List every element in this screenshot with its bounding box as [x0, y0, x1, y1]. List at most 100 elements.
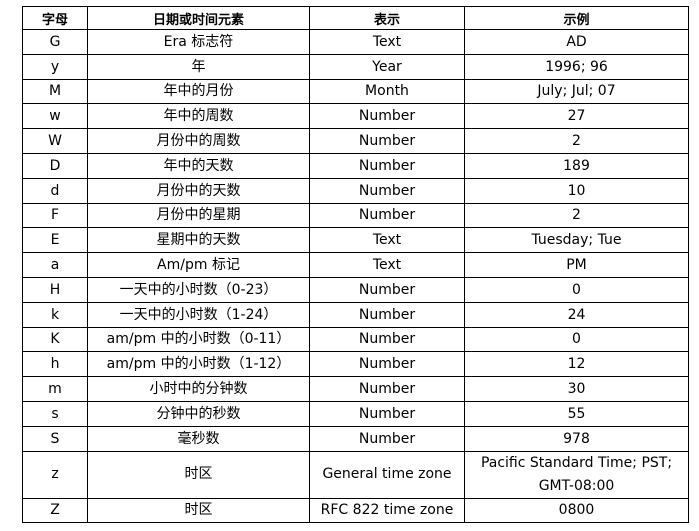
cell-example: PM	[464, 252, 689, 278]
cell-example: 27	[464, 103, 689, 130]
cell-example: 0800	[464, 497, 689, 524]
cell-element: 星期中的天数	[87, 227, 310, 254]
cell-presentation: Number	[309, 177, 465, 204]
table-row: w 年中的周数 Number 27	[22, 103, 689, 130]
cell-letter: M	[22, 78, 88, 105]
table-header: 字母 日期或时间元素 表示 示例	[22, 6, 689, 30]
table-row: G Era 标志符 Text AD	[22, 29, 689, 55]
cell-presentation: Text	[309, 29, 465, 55]
cell-element: 毫秒数	[87, 425, 310, 452]
cell-element: Era 标志符	[87, 29, 310, 55]
cell-example: 24	[464, 301, 689, 328]
table-row: W 月份中的周数 Number 2	[22, 128, 689, 154]
cell-example: 1996; 96	[464, 53, 689, 80]
cell-letter: k	[22, 301, 88, 328]
cell-example: 2	[464, 128, 689, 154]
cell-example: July; Jul; 07	[464, 78, 689, 105]
table-row: h am/pm 中的小时数（1-12） Number 12	[22, 351, 689, 378]
cell-presentation: General time zone	[309, 450, 465, 499]
cell-presentation: Number	[309, 301, 465, 328]
cell-letter: G	[22, 29, 88, 55]
cell-example: 2	[464, 202, 689, 229]
header-example: 示例	[464, 6, 689, 30]
cell-example: 10	[464, 177, 689, 204]
cell-letter: a	[22, 252, 88, 278]
cell-element: 年	[87, 53, 310, 80]
cell-letter: H	[22, 276, 88, 303]
cell-element: 分钟中的秒数	[87, 400, 310, 427]
cell-element: 一天中的小时数（1-24）	[87, 301, 310, 328]
example-line: PM	[566, 257, 587, 274]
cell-letter: s	[22, 400, 88, 427]
cell-presentation: Text	[309, 252, 465, 278]
example-line: 0800	[558, 502, 595, 519]
cell-element: 月份中的星期	[87, 202, 310, 229]
table-row: y 年 Year 1996; 96	[22, 53, 689, 80]
header-element: 日期或时间元素	[87, 6, 310, 30]
cell-element: 时区	[87, 497, 310, 524]
cell-letter: F	[22, 202, 88, 229]
cell-presentation: Number	[309, 202, 465, 229]
example-line: GMT-08:00	[538, 477, 615, 494]
cell-letter: h	[22, 351, 88, 378]
example-line: 27	[567, 108, 586, 125]
cell-presentation: Text	[309, 227, 465, 254]
cell-element: am/pm 中的小时数（1-12）	[87, 351, 310, 378]
example-line: AD	[566, 33, 587, 50]
cell-presentation: Number	[309, 128, 465, 154]
cell-element: am/pm 中的小时数（0-11）	[87, 326, 310, 353]
cell-letter: m	[22, 376, 88, 402]
cell-presentation: Number	[309, 276, 465, 303]
example-line: 12	[567, 356, 586, 373]
cell-letter: w	[22, 103, 88, 130]
example-line: 10	[567, 182, 586, 199]
table-row: Z 时区 RFC 822 time zone 0800	[22, 497, 689, 524]
cell-element: 年中的月份	[87, 78, 310, 105]
table-row: a Am/pm 标记 Text PM	[22, 252, 689, 278]
table-row: s 分钟中的秒数 Number 55	[22, 400, 689, 427]
date-format-table: 字母 日期或时间元素 表示 示例 G Era 标志符 Text AD y 年 Year 199…	[22, 6, 689, 524]
cell-element: 小时中的分钟数	[87, 376, 310, 402]
table-row: M 年中的月份 Month July; Jul; 07	[22, 78, 689, 105]
header-row: 字母 日期或时间元素 表示 示例	[22, 6, 689, 30]
cell-presentation: Year	[309, 53, 465, 80]
cell-example: 0	[464, 276, 689, 303]
cell-element: 时区	[87, 450, 310, 499]
example-line: July; Jul; 07	[537, 83, 616, 100]
example-line: 2	[572, 207, 581, 224]
cell-element: 一天中的小时数（0-23）	[87, 276, 310, 303]
header-letter: 字母	[22, 6, 88, 30]
example-line: 0	[572, 281, 581, 298]
cell-example: 978	[464, 425, 689, 452]
cell-presentation: Number	[309, 351, 465, 378]
cell-element: 月份中的周数	[87, 128, 310, 154]
cell-presentation: Number	[309, 152, 465, 179]
example-line: 189	[563, 157, 590, 174]
table-row: S 毫秒数 Number 978	[22, 425, 689, 452]
example-line: 30	[567, 381, 586, 398]
example-line: 978	[563, 430, 590, 447]
header-presentation: 表示	[309, 6, 465, 30]
cell-presentation: Number	[309, 425, 465, 452]
cell-example: 30	[464, 376, 689, 402]
cell-element: 年中的天数	[87, 152, 310, 179]
cell-presentation: Number	[309, 400, 465, 427]
cell-presentation: Number	[309, 326, 465, 353]
example-line: Tuesday; Tue	[531, 232, 622, 249]
cell-element: 月份中的天数	[87, 177, 310, 204]
cell-presentation: Number	[309, 103, 465, 130]
example-line: 2	[572, 133, 581, 150]
cell-letter: Z	[22, 497, 88, 524]
cell-presentation: RFC 822 time zone	[309, 497, 465, 524]
cell-letter: y	[22, 53, 88, 80]
cell-letter: S	[22, 425, 88, 452]
table-row: k 一天中的小时数（1-24） Number 24	[22, 301, 689, 328]
table-row: z 时区 General time zone Pacific Standard Tim…	[22, 450, 689, 499]
cell-element: Am/pm 标记	[87, 252, 310, 278]
cell-element: 年中的周数	[87, 103, 310, 130]
cell-example: 189	[464, 152, 689, 179]
example-line: 24	[567, 306, 586, 323]
table-row: H 一天中的小时数（0-23） Number 0	[22, 276, 689, 303]
table-row: F 月份中的星期 Number 2	[22, 202, 689, 229]
table-row: d 月份中的天数 Number 10	[22, 177, 689, 204]
